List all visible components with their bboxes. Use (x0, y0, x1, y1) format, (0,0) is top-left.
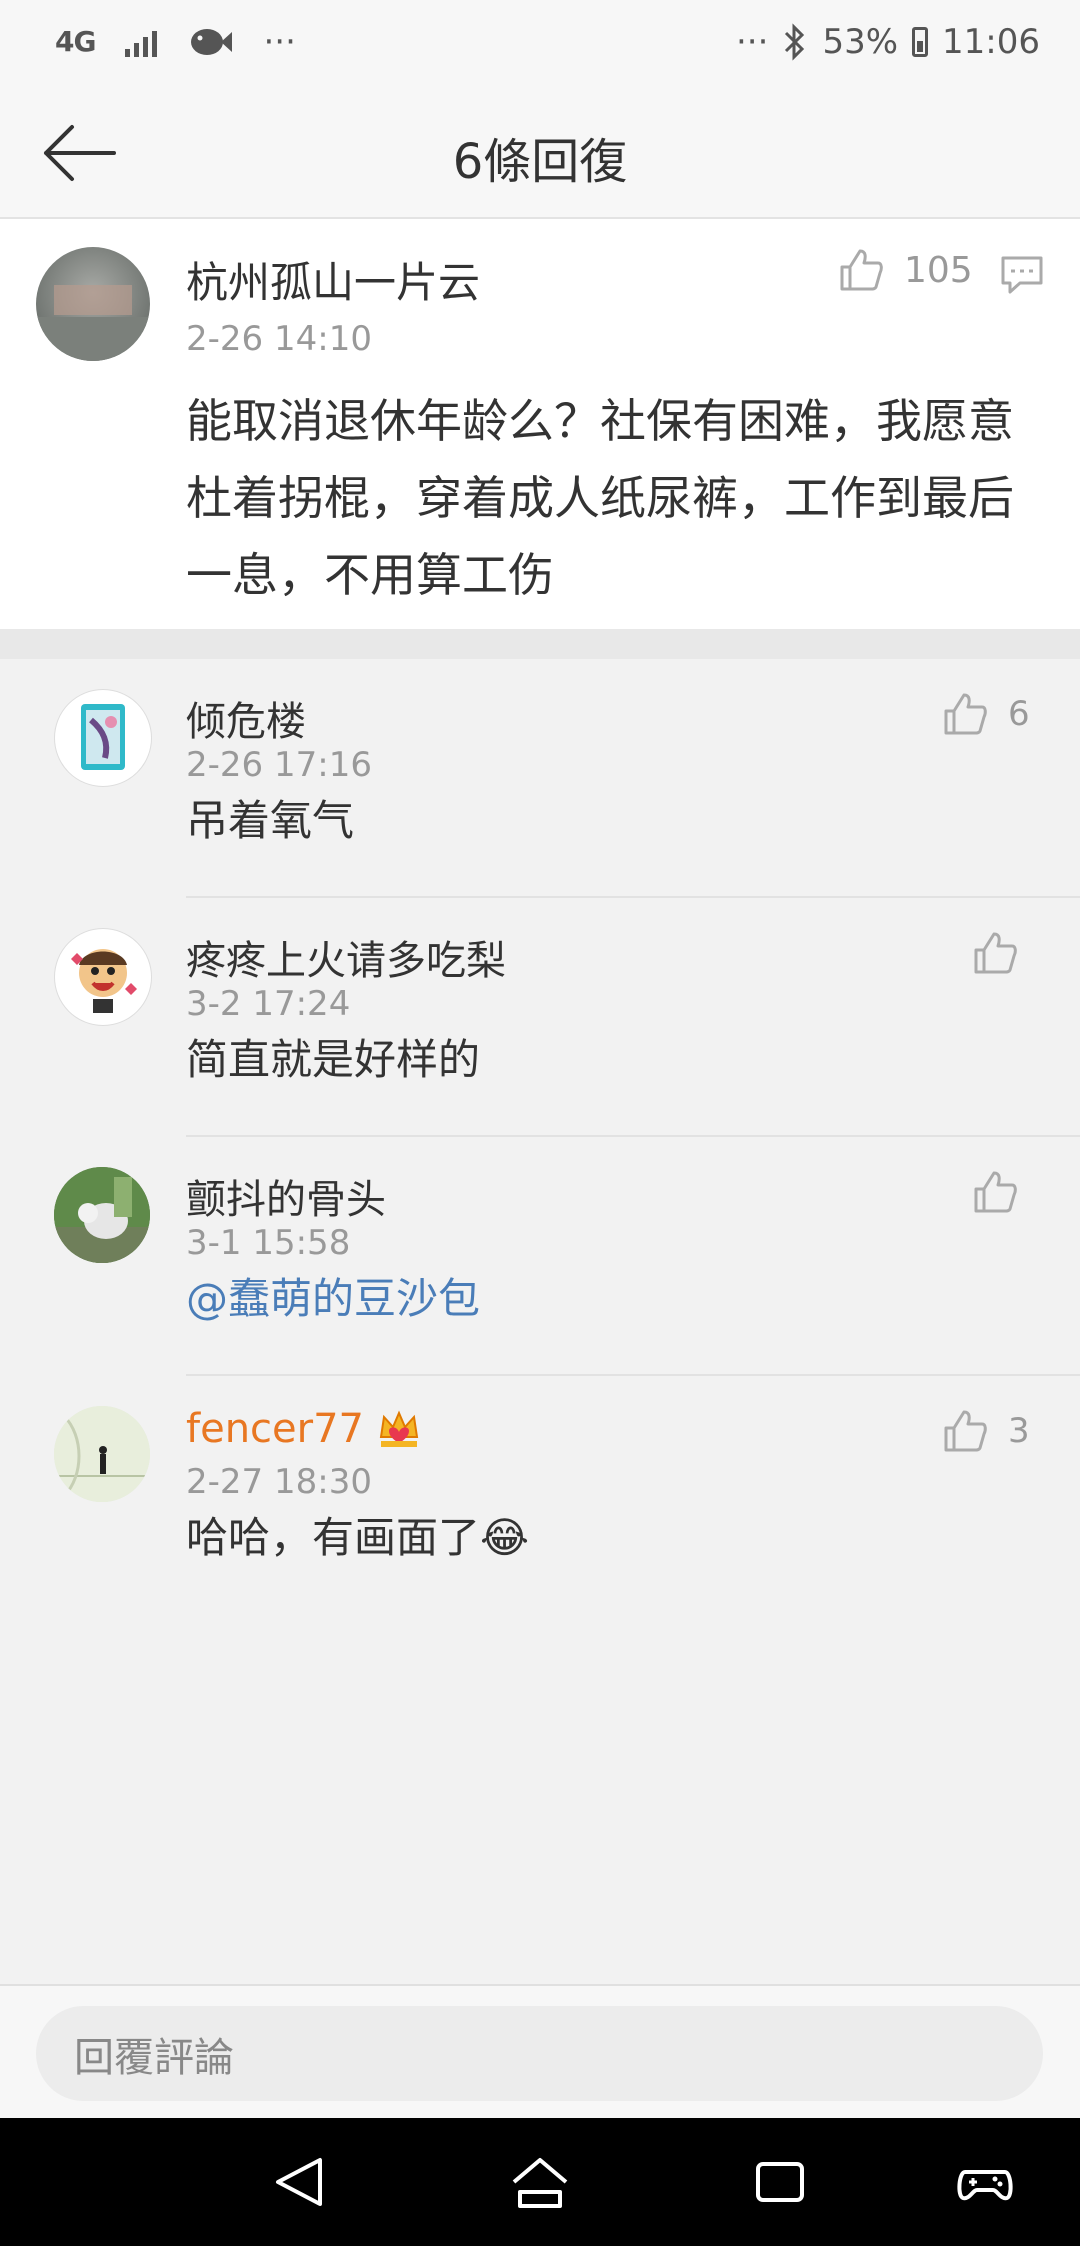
like-button[interactable] (972, 930, 1038, 976)
page-title: 6條回復 (452, 134, 628, 190)
battery-icon (912, 27, 929, 57)
reply-author[interactable]: 颤抖的骨头 (186, 1167, 386, 1225)
thumbs-up-icon (974, 1171, 1017, 1213)
reply-mention-link[interactable]: @蠢萌的豆沙包 (186, 1269, 480, 1329)
avatar[interactable] (54, 689, 152, 787)
home-nav-icon[interactable] (510, 2152, 570, 2212)
avatar[interactable] (54, 1406, 150, 1502)
reply-author[interactable]: 疼疼上火请多吃梨 (186, 928, 506, 986)
bluetooth-icon (785, 23, 805, 61)
system-nav-bar (0, 2118, 1080, 2246)
thumbs-up-icon (944, 693, 987, 735)
battery-percent: 53% (822, 22, 899, 62)
like-button[interactable] (972, 1169, 1038, 1215)
like-count: 105 (904, 249, 973, 291)
like-button[interactable]: 105 (838, 247, 973, 293)
top-nav-bar: 6條回復 (0, 90, 1080, 219)
thumbs-up-icon (840, 249, 883, 291)
divider (186, 1374, 1080, 1376)
reply-input-bar: 回覆評論 (0, 1984, 1080, 2120)
reply-text: 吊着氧气 (186, 796, 355, 845)
reply-author[interactable]: 倾危楼 (186, 689, 306, 747)
reply-item: fencer77 2-27 18:30 哈哈，有画面了😂 3 (0, 1386, 1080, 1615)
main-comment: 杭州孤山一片云 2-26 14:10 105 能取消退休年龄么？社保有困难，我愿… (0, 219, 1080, 629)
reply-item: 颤抖的骨头 3-1 15:58 @蠢萌的豆沙包 (0, 1147, 1080, 1376)
like-button[interactable]: 6 (942, 691, 1030, 737)
thumbs-up-icon (944, 1410, 987, 1452)
comment-text: 能取消退休年龄么？社保有困难，我愿意杜着拐棍，穿着成人纸尿裤，工作到最后一息，不… (186, 394, 1014, 602)
reply-item: 疼疼上火请多吃梨 3-2 17:24 简直就是好样的 (0, 908, 1080, 1137)
section-divider (0, 629, 1080, 659)
avatar[interactable] (54, 928, 152, 1026)
reply-item: 倾危楼 2-26 17:16 吊着氧气 6 (0, 669, 1080, 898)
status-bar: 4G ··· ··· 53% 11:06 (0, 0, 1080, 90)
reply-input[interactable]: 回覆評論 (36, 2006, 1043, 2101)
thumbs-up-icon (974, 932, 1017, 974)
divider (186, 896, 1080, 898)
reply-text: 哈哈，有画面了😂 (186, 1513, 530, 1562)
reply-text: 简直就是好样的 (186, 1035, 481, 1084)
like-button[interactable]: 3 (942, 1408, 1030, 1454)
reply-time: 2-26 17:16 (186, 745, 372, 785)
more-status-icon: ··· (736, 22, 769, 62)
reply-author[interactable]: fencer77 (186, 1406, 422, 1452)
reply-time: 3-1 15:58 (186, 1223, 351, 1263)
avatar[interactable] (36, 247, 150, 361)
clock: 11:06 (942, 22, 1040, 62)
reply-author-name: fencer77 (186, 1406, 364, 1452)
signal-icon (125, 27, 158, 57)
reply-time: 2-27 18:30 (186, 1462, 372, 1502)
crown-badge-icon (379, 1410, 419, 1447)
like-count: 6 (1008, 694, 1030, 734)
more-notifications-icon: ··· (263, 22, 296, 62)
reply-icon[interactable] (1000, 255, 1044, 295)
back-nav-icon[interactable] (270, 2152, 330, 2212)
reply-time: 3-2 17:24 (186, 984, 351, 1024)
comment-author[interactable]: 杭州孤山一片云 (186, 249, 480, 310)
divider (186, 1135, 1080, 1137)
avatar[interactable] (54, 1167, 150, 1263)
network-indicator: 4G (55, 25, 96, 58)
game-controller-icon[interactable] (955, 2152, 1015, 2212)
recents-nav-icon[interactable] (750, 2152, 810, 2212)
comment-time: 2-26 14:10 (186, 319, 372, 359)
fish-icon (191, 29, 233, 55)
like-count: 3 (1008, 1411, 1030, 1451)
